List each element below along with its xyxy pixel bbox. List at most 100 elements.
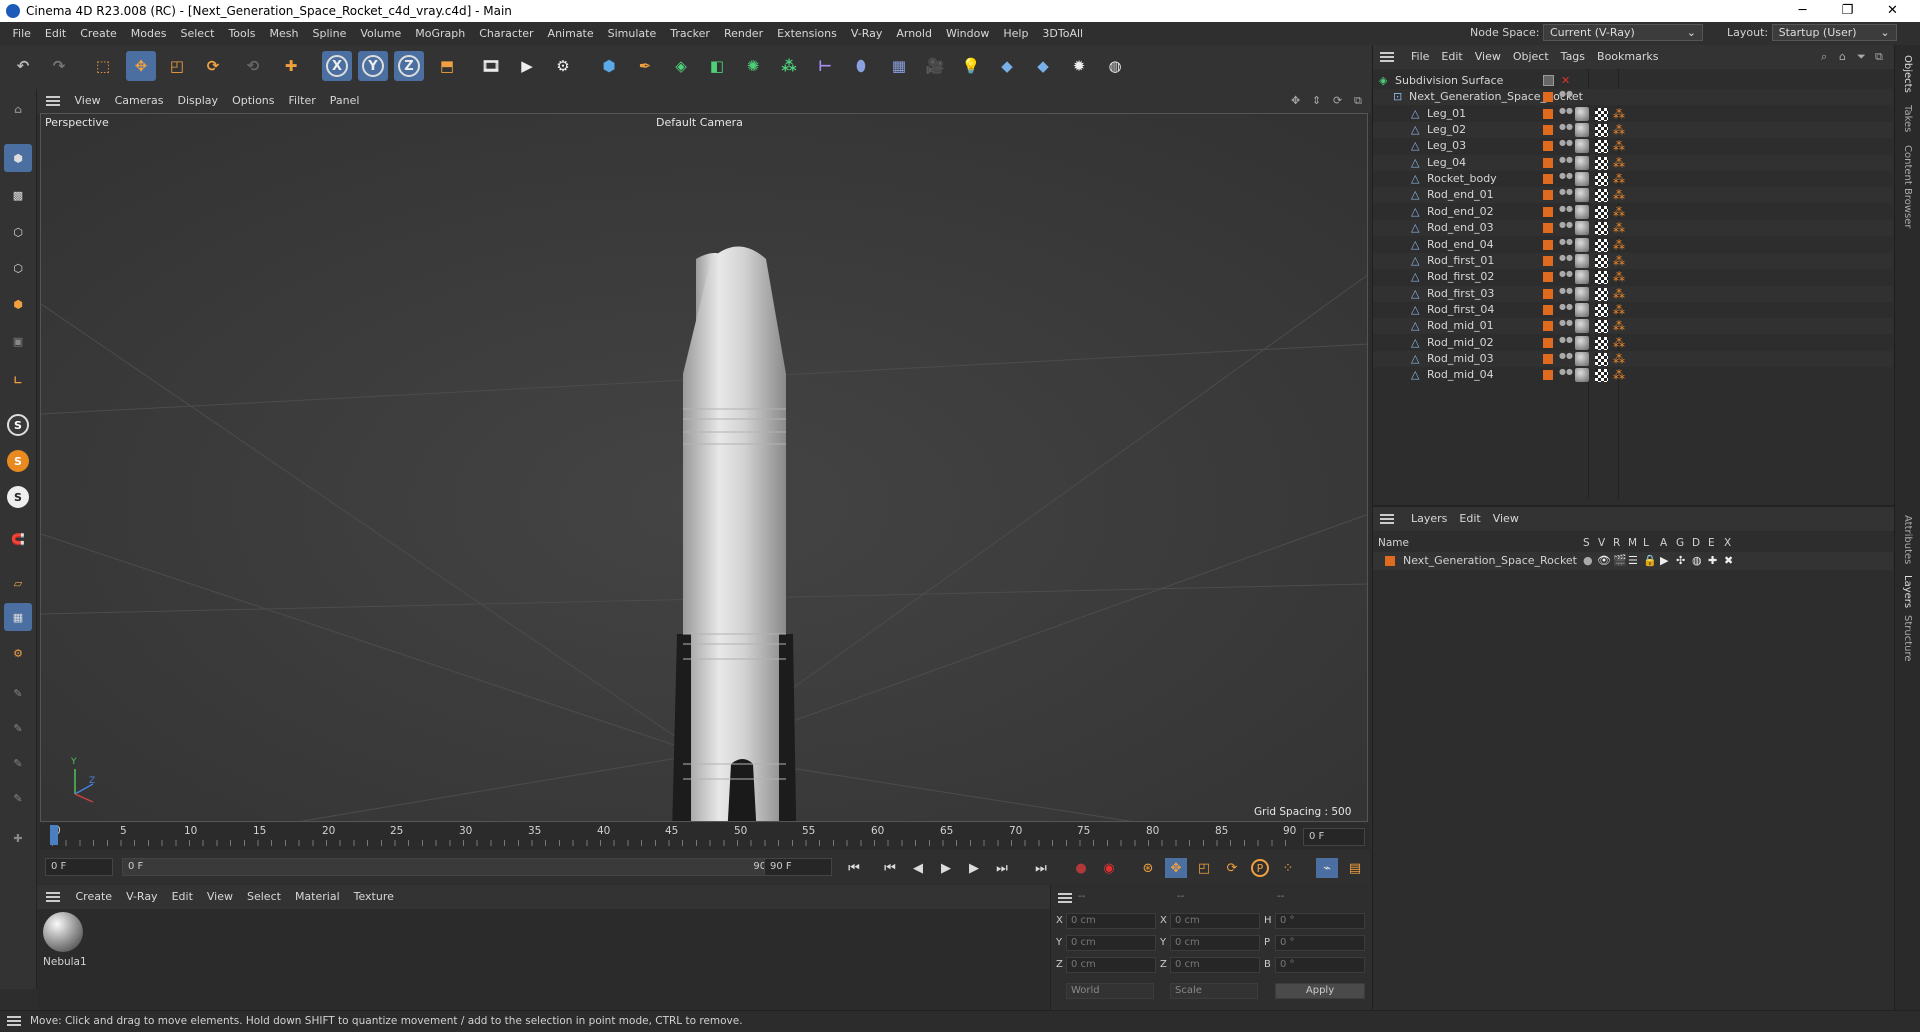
uvw-tag-icon[interactable]: [1595, 189, 1608, 203]
undo-icon[interactable]: ↶: [8, 51, 38, 81]
visibility-dots-icon[interactable]: ●●: [1559, 188, 1573, 202]
axis-x-icon[interactable]: X: [322, 51, 352, 81]
phong-tag-icon[interactable]: [1575, 188, 1589, 203]
search-icon[interactable]: ⌕: [1821, 45, 1827, 69]
key-param-icon[interactable]: P: [1249, 858, 1271, 878]
viewport-hamburger-icon[interactable]: [46, 96, 60, 106]
locked-workplane-icon[interactable]: ⚙: [4, 639, 32, 667]
menu-spline[interactable]: Spline: [306, 22, 354, 45]
magnet-icon[interactable]: 🧲: [4, 525, 32, 553]
phong-tag-icon[interactable]: [1575, 237, 1589, 252]
viewport-zoom-icon[interactable]: ⇕: [1312, 89, 1321, 113]
tab-content-browser[interactable]: Content Browser: [1902, 145, 1913, 228]
material-menu-material[interactable]: Material: [288, 885, 347, 909]
layer-color-swatch[interactable]: [1543, 239, 1553, 250]
material-tag-icon[interactable]: ⁂: [1613, 108, 1625, 120]
keyframe-selection-icon[interactable]: ⊛: [1137, 858, 1159, 878]
visibility-dots-icon[interactable]: ●●: [1559, 368, 1573, 382]
add-icon[interactable]: ✚: [276, 51, 306, 81]
menu-arnold[interactable]: Arnold: [889, 22, 939, 45]
texture-mode-icon[interactable]: ▩: [4, 181, 32, 209]
menu-3dtoall[interactable]: 3DToAll: [1035, 22, 1090, 45]
maximize-button[interactable]: ❐: [1825, 0, 1870, 22]
layer-manager-icon[interactable]: ☰: [1628, 552, 1638, 570]
object-menu-edit[interactable]: Edit: [1435, 45, 1468, 69]
object-item[interactable]: △ Leg_02 ●● ⁂: [1373, 122, 1893, 139]
tab-layers[interactable]: Layers: [1902, 575, 1913, 608]
tab-structure[interactable]: Structure: [1902, 615, 1913, 662]
tab-takes[interactable]: Takes: [1902, 105, 1913, 132]
layer-render-icon[interactable]: 🎬: [1613, 552, 1627, 570]
material-menu-create[interactable]: Create: [69, 885, 120, 909]
grid-plane-icon[interactable]: ▦: [4, 603, 32, 631]
menu-mograph[interactable]: MoGraph: [408, 22, 472, 45]
object-item[interactable]: △ Rod_mid_03 ●● ⁂: [1373, 350, 1893, 367]
coords-hamburger-icon[interactable]: [1058, 893, 1072, 903]
auto-key-icon[interactable]: ◉: [1098, 858, 1120, 878]
layer-color-swatch[interactable]: [1543, 370, 1553, 381]
layer-color-swatch[interactable]: [1543, 353, 1553, 364]
uvw-tag-icon[interactable]: [1595, 124, 1608, 138]
phong-tag-icon[interactable]: [1575, 302, 1589, 317]
polygons-mode-icon[interactable]: ⬢: [4, 290, 32, 318]
object-item[interactable]: △ Rod_first_04 ●● ⁂: [1373, 302, 1893, 318]
field-icon[interactable]: ⬮: [846, 51, 876, 81]
layer-color-swatch[interactable]: [1543, 337, 1553, 348]
current-frame-field[interactable]: 0 F: [1303, 828, 1365, 846]
phong-tag-icon[interactable]: [1575, 106, 1589, 121]
camera-icon[interactable]: 🎥: [920, 51, 950, 81]
material-tag-icon[interactable]: ⁂: [1613, 189, 1625, 201]
prev-key-icon[interactable]: ⏮: [879, 858, 901, 878]
playhead[interactable]: [50, 825, 58, 845]
visibility-dots-icon[interactable]: ●●: [1559, 90, 1573, 104]
material-tag-icon[interactable]: ⁂: [1613, 369, 1625, 381]
object-item[interactable]: △ Rod_end_02 ●● ⁂: [1373, 204, 1893, 220]
layer-color-swatch[interactable]: [1543, 190, 1553, 201]
phong-tag-icon[interactable]: [1575, 270, 1589, 285]
rot-b-field[interactable]: 0 °: [1275, 957, 1365, 973]
menu-mesh[interactable]: Mesh: [263, 22, 306, 45]
size-x-field[interactable]: 0 cm: [1170, 913, 1260, 929]
material-tag-icon[interactable]: ⁂: [1613, 140, 1625, 152]
visibility-dots-icon[interactable]: ●●: [1559, 172, 1573, 186]
visibility-dots-icon[interactable]: ●●: [1559, 286, 1573, 301]
material-tag-icon[interactable]: ⁂: [1613, 206, 1625, 218]
viewport-menu-panel[interactable]: Panel: [323, 89, 367, 113]
play-icon[interactable]: ▶: [935, 858, 957, 878]
material-tag-icon[interactable]: ⁂: [1613, 157, 1625, 169]
axis-mode-icon[interactable]: ∟: [4, 366, 32, 394]
layer-generators-icon[interactable]: ✣: [1676, 552, 1685, 570]
viewport-maximize-icon[interactable]: ⧉: [1354, 89, 1362, 113]
snap-icon[interactable]: S: [4, 411, 32, 439]
key-rotation-icon[interactable]: ⟳: [1221, 858, 1243, 878]
uvw-tag-icon[interactable]: [1595, 336, 1608, 350]
phong-tag-icon[interactable]: [1575, 368, 1589, 383]
python-icon[interactable]: ◆: [992, 51, 1022, 81]
pos-x-field[interactable]: 0 cm: [1066, 913, 1156, 929]
phong-tag-icon[interactable]: [1575, 319, 1589, 334]
object-item[interactable]: △ Rod_end_04 ●● ⁂: [1373, 237, 1893, 253]
live-selection-icon[interactable]: ⬚: [88, 51, 118, 81]
viewport-move-icon[interactable]: ✥: [1291, 89, 1300, 113]
material-tag-icon[interactable]: ⁂: [1613, 304, 1625, 316]
object-menu-file[interactable]: File: [1405, 45, 1435, 69]
expand-icon[interactable]: ⧉: [1875, 45, 1883, 69]
uvw-tag-icon[interactable]: [1595, 238, 1608, 252]
phong-tag-icon[interactable]: [1575, 204, 1589, 219]
menu-tools[interactable]: Tools: [221, 22, 262, 45]
visibility-dots-icon[interactable]: ●●: [1559, 106, 1573, 121]
menu-character[interactable]: Character: [472, 22, 540, 45]
phong-tag-icon[interactable]: [1575, 123, 1589, 138]
move-icon[interactable]: ✥: [126, 51, 156, 81]
workplane-icon[interactable]: ▱: [4, 569, 32, 597]
layer-visible-icon[interactable]: 👁: [1597, 552, 1611, 570]
motion-record-icon[interactable]: ⌁: [1316, 858, 1338, 878]
light-icon[interactable]: 💡: [956, 51, 986, 81]
layer-row[interactable]: Next_Generation_Space_Rocket ● 👁 🎬 ☰ 🔒 ▶…: [1373, 552, 1893, 570]
uvw-tag-icon[interactable]: [1595, 352, 1608, 366]
material-tag-icon[interactable]: ⁂: [1613, 173, 1625, 185]
viewport-menu-options[interactable]: Options: [225, 89, 281, 113]
status-hamburger-icon[interactable]: [7, 1016, 21, 1026]
layer-hamburger-icon[interactable]: [1380, 514, 1394, 524]
rot-p-field[interactable]: 0 °: [1275, 935, 1365, 951]
